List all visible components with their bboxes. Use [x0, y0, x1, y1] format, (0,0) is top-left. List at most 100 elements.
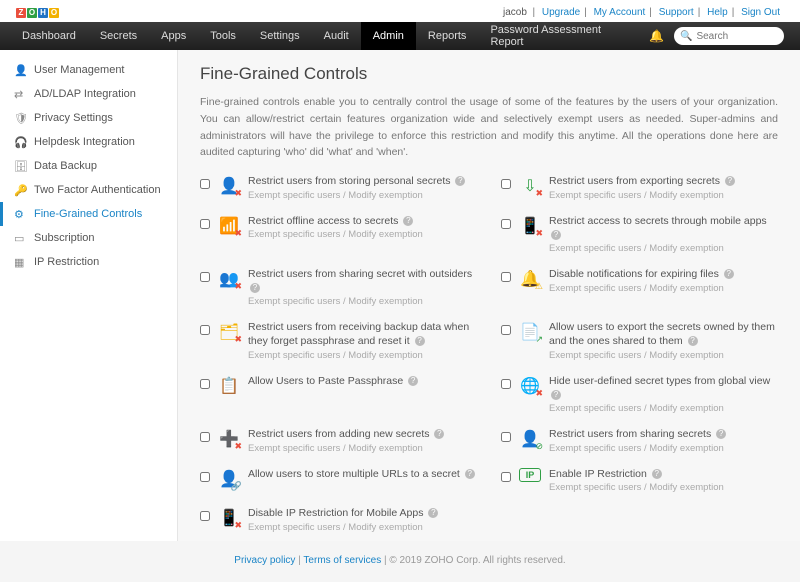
backup-icon: 🗂✖ [218, 321, 240, 343]
tab-secrets[interactable]: Secrets [88, 22, 149, 50]
help-icon[interactable]: ? [428, 508, 438, 518]
exempt-link[interactable]: Exempt specific users / Modify exemption [549, 190, 778, 201]
exempt-link[interactable]: Exempt specific users / Modify exemption [248, 522, 477, 533]
help-icon[interactable]: ? [551, 230, 561, 240]
control-title: Allow users to store multiple URLs to a … [248, 468, 460, 480]
help-icon[interactable]: ? [551, 390, 561, 400]
control-title: Hide user-defined secret types from glob… [549, 375, 770, 387]
sidebar-item-fine-grained[interactable]: ⚙Fine-Grained Controls [0, 202, 177, 226]
page-description: Fine-grained controls enable you to cent… [200, 94, 778, 161]
export-owned-icon: 📄↗ [519, 321, 541, 343]
sidebar-item-privacy[interactable]: 🛡Privacy Settings [0, 106, 177, 130]
checkbox[interactable] [501, 325, 511, 335]
notifications-icon[interactable]: 🔔 [649, 29, 664, 43]
main-nav: Dashboard Secrets Apps Tools Settings Au… [0, 22, 800, 50]
exempt-link[interactable]: Exempt specific users / Modify exemption [248, 443, 477, 454]
sidebar-item-helpdesk[interactable]: 🎧Helpdesk Integration [0, 130, 177, 154]
sidebar-item-ip-restriction[interactable]: ▦IP Restriction [0, 250, 177, 274]
checkbox[interactable] [501, 472, 511, 482]
help-icon[interactable]: ? [455, 176, 465, 186]
link-help[interactable]: Help [707, 7, 728, 18]
exempt-link[interactable]: Exempt specific users / Modify exemption [549, 443, 778, 454]
help-icon[interactable]: ? [716, 429, 726, 439]
help-icon[interactable]: ? [652, 469, 662, 479]
control-enable-ip: IP Enable IP Restriction ?Exempt specifi… [501, 468, 778, 494]
sidebar-item-label: Two Factor Authentication [34, 184, 161, 196]
search-icon: 🔍 [680, 31, 692, 42]
exempt-link[interactable]: Exempt specific users / Modify exemption [549, 243, 778, 254]
ip-mobile-icon: 📱✖ [218, 507, 240, 529]
exempt-link[interactable]: Exempt specific users / Modify exemption [248, 296, 477, 307]
control-title: Allow users to export the secrets owned … [549, 321, 775, 347]
tab-tools[interactable]: Tools [198, 22, 248, 50]
help-icon[interactable]: ? [408, 376, 418, 386]
checkbox[interactable] [200, 511, 210, 521]
key-icon: 🔑 [14, 184, 26, 196]
link-my-account[interactable]: My Account [594, 7, 646, 18]
exempt-link[interactable]: Exempt specific users / Modify exemption [549, 283, 778, 294]
checkbox[interactable] [200, 219, 210, 229]
search-box[interactable]: 🔍 [674, 27, 784, 45]
link-sign-out[interactable]: Sign Out [741, 7, 780, 18]
control-allow-multi-url: 👤🔗 Allow users to store multiple URLs to… [200, 468, 477, 494]
sidebar-item-data-backup[interactable]: 🗄Data Backup [0, 154, 177, 178]
current-user: jacob [503, 7, 527, 18]
help-icon[interactable]: ? [415, 336, 425, 346]
checkbox[interactable] [200, 432, 210, 442]
exempt-link[interactable]: Exempt specific users / Modify exemption [248, 229, 477, 240]
card-icon: ▭ [14, 232, 26, 244]
tab-password-assessment[interactable]: Password Assessment Report [478, 22, 649, 50]
sliders-icon: ⚙ [14, 208, 26, 220]
tab-apps[interactable]: Apps [149, 22, 198, 50]
checkbox[interactable] [501, 272, 511, 282]
exempt-link[interactable]: Exempt specific users / Modify exemption [248, 350, 477, 361]
control-title: Restrict users from receiving backup dat… [248, 321, 469, 347]
control-title: Restrict users from sharing secret with … [248, 268, 472, 280]
sidebar-item-subscription[interactable]: ▭Subscription [0, 226, 177, 250]
tab-reports[interactable]: Reports [416, 22, 479, 50]
help-icon[interactable]: ? [724, 269, 734, 279]
checkbox[interactable] [200, 179, 210, 189]
tab-dashboard[interactable]: Dashboard [10, 22, 88, 50]
sidebar-item-2fa[interactable]: 🔑 Two Factor Authentication [0, 178, 177, 202]
checkbox[interactable] [200, 472, 210, 482]
tab-settings[interactable]: Settings [248, 22, 312, 50]
help-icon[interactable]: ? [403, 216, 413, 226]
checkbox[interactable] [200, 325, 210, 335]
zoho-logo: ZOHO [16, 8, 59, 18]
content: Fine-Grained Controls Fine-grained contr… [178, 50, 800, 541]
footer-privacy[interactable]: Privacy policy [234, 555, 295, 566]
user-share-icon: 👤⊘ [519, 428, 541, 450]
ip-enable-icon: IP [519, 468, 541, 482]
checkbox[interactable] [501, 179, 511, 189]
search-input[interactable] [696, 31, 776, 42]
exempt-link[interactable]: Exempt specific users / Modify exemption [549, 350, 778, 361]
help-icon[interactable]: ? [725, 176, 735, 186]
people-icon: 👥✖ [218, 268, 240, 290]
link-upgrade[interactable]: Upgrade [542, 7, 580, 18]
sidebar-item-user-management[interactable]: 👤User Management [0, 58, 177, 82]
sidebar-item-ad-ldap[interactable]: ⇄AD/LDAP Integration [0, 82, 177, 106]
help-icon[interactable]: ? [434, 429, 444, 439]
exempt-link[interactable]: Exempt specific users / Modify exemption [549, 403, 778, 414]
checkbox[interactable] [200, 379, 210, 389]
exempt-link[interactable]: Exempt specific users / Modify exemption [248, 190, 477, 201]
control-disable-ip-mobile: 📱✖ Disable IP Restriction for Mobile App… [200, 507, 477, 533]
tab-admin[interactable]: Admin [361, 22, 416, 50]
checkbox[interactable] [501, 432, 511, 442]
help-icon[interactable]: ? [465, 469, 475, 479]
checkbox[interactable] [501, 219, 511, 229]
checkbox[interactable] [501, 379, 511, 389]
link-support[interactable]: Support [659, 7, 694, 18]
person-secrets-icon: 👤✖ [218, 175, 240, 197]
help-icon[interactable]: ? [688, 336, 698, 346]
user-icon: 👤 [14, 64, 26, 76]
control-restrict-add-secrets: ➕✖ Restrict users from adding new secret… [200, 428, 477, 454]
help-icon[interactable]: ? [250, 283, 260, 293]
footer-terms[interactable]: Terms of services [303, 555, 381, 566]
checkbox[interactable] [200, 272, 210, 282]
url-icon: 👤🔗 [218, 468, 240, 490]
exempt-link[interactable]: Exempt specific users / Modify exemption [549, 482, 778, 493]
shield-icon: 🛡 [14, 112, 26, 124]
tab-audit[interactable]: Audit [312, 22, 361, 50]
